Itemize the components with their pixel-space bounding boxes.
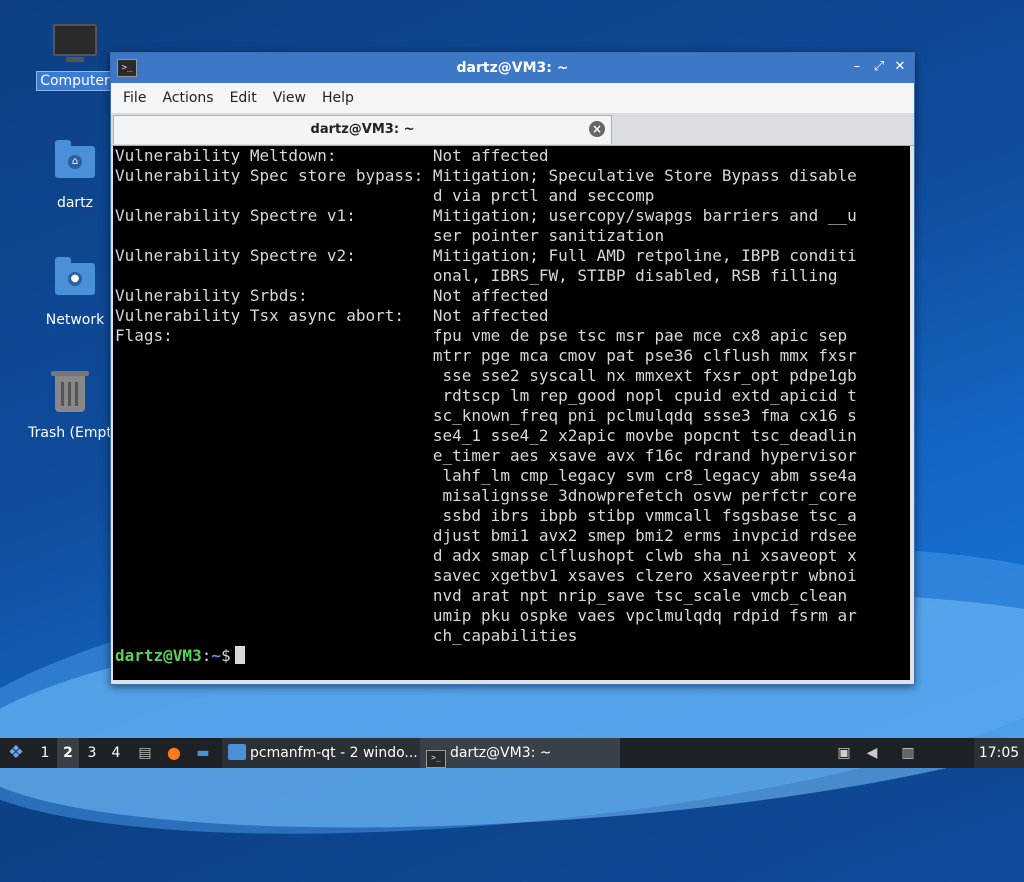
prompt-path: ~: [211, 646, 221, 665]
window-title: dartz@VM3: ~: [456, 60, 569, 76]
close-icon[interactable]: ✕: [891, 58, 909, 76]
menu-edit[interactable]: Edit: [222, 86, 265, 110]
workspace-3[interactable]: 3: [81, 738, 103, 768]
task-label: dartz@VM3: ~: [450, 745, 552, 761]
desktop-icon-label: dartz: [56, 195, 94, 211]
desktop-icon-trash[interactable]: Trash (Empt: [25, 371, 115, 442]
menu-help[interactable]: Help: [314, 86, 362, 110]
window-titlebar[interactable]: >_ dartz@VM3: ~ – ⤢ ✕: [111, 53, 914, 83]
terminal-icon: >_: [426, 750, 446, 768]
clock[interactable]: 17:05: [974, 738, 1024, 768]
minimize-icon[interactable]: –: [848, 58, 866, 76]
network-tray-icon[interactable]: ▣: [832, 738, 856, 768]
desktop-icon-label: Trash (Empt: [28, 425, 112, 441]
workspace-1[interactable]: 1: [34, 738, 56, 768]
terminal-window: >_ dartz@VM3: ~ – ⤢ ✕ File Actions Edit …: [110, 52, 915, 685]
maximize-icon[interactable]: ⤢: [870, 58, 888, 76]
taskbar: ❖ 1 2 3 4 ▤ ● ▬ pcmanfm-qt - 2 windo... …: [0, 738, 1024, 768]
desktop-icon-computer[interactable]: Computer: [30, 24, 120, 91]
menu-view[interactable]: View: [265, 86, 314, 110]
firefox-icon[interactable]: ●: [163, 738, 185, 768]
file-manager-icon[interactable]: ▬: [192, 738, 214, 768]
tab-bar: dartz@VM3: ~ ×: [111, 113, 914, 146]
tab-terminal[interactable]: dartz@VM3: ~ ×: [113, 115, 612, 144]
folder-icon: [228, 744, 246, 760]
trash-icon: [48, 371, 92, 420]
desktop-icon-home[interactable]: ⌂ dartz: [30, 140, 120, 212]
clipboard-icon[interactable]: ▥: [896, 738, 920, 768]
workspace-2[interactable]: 2: [57, 738, 79, 768]
computer-icon: [53, 24, 97, 68]
menu-actions[interactable]: Actions: [154, 86, 221, 110]
tab-close-icon[interactable]: ×: [589, 121, 605, 137]
terminal-text: Vulnerability Meltdown: Not affected Vul…: [115, 146, 857, 645]
task-terminal[interactable]: >_ dartz@VM3: ~: [420, 738, 620, 768]
task-label: pcmanfm-qt - 2 windo...: [250, 745, 418, 761]
prompt-separator: :: [201, 646, 212, 665]
tab-label: dartz@VM3: ~: [310, 122, 415, 137]
workspace-4[interactable]: 4: [105, 738, 127, 768]
network-folder-icon: ●: [53, 257, 97, 307]
show-desktop-icon[interactable]: ▤: [134, 738, 156, 768]
desktop-icon-network[interactable]: ● Network: [30, 257, 120, 329]
desktop-icon-label: Computer: [36, 71, 114, 91]
menu-file[interactable]: File: [115, 86, 154, 110]
terminal-prompt-line: dartz@VM3:~$: [113, 646, 910, 666]
prompt-symbol: $: [220, 646, 231, 665]
task-pcmanfm[interactable]: pcmanfm-qt - 2 windo...: [222, 738, 422, 768]
app-menu-icon[interactable]: ❖: [4, 738, 28, 768]
volume-icon[interactable]: ◀: [860, 738, 884, 768]
desktop-icon-label: Network: [45, 312, 105, 328]
prompt-user: dartz@VM3: [115, 646, 202, 665]
home-folder-icon: ⌂: [53, 140, 97, 190]
terminal-output[interactable]: Vulnerability Meltdown: Not affected Vul…: [113, 146, 910, 680]
text-cursor: [234, 646, 245, 664]
menubar: File Actions Edit View Help: [111, 83, 914, 113]
